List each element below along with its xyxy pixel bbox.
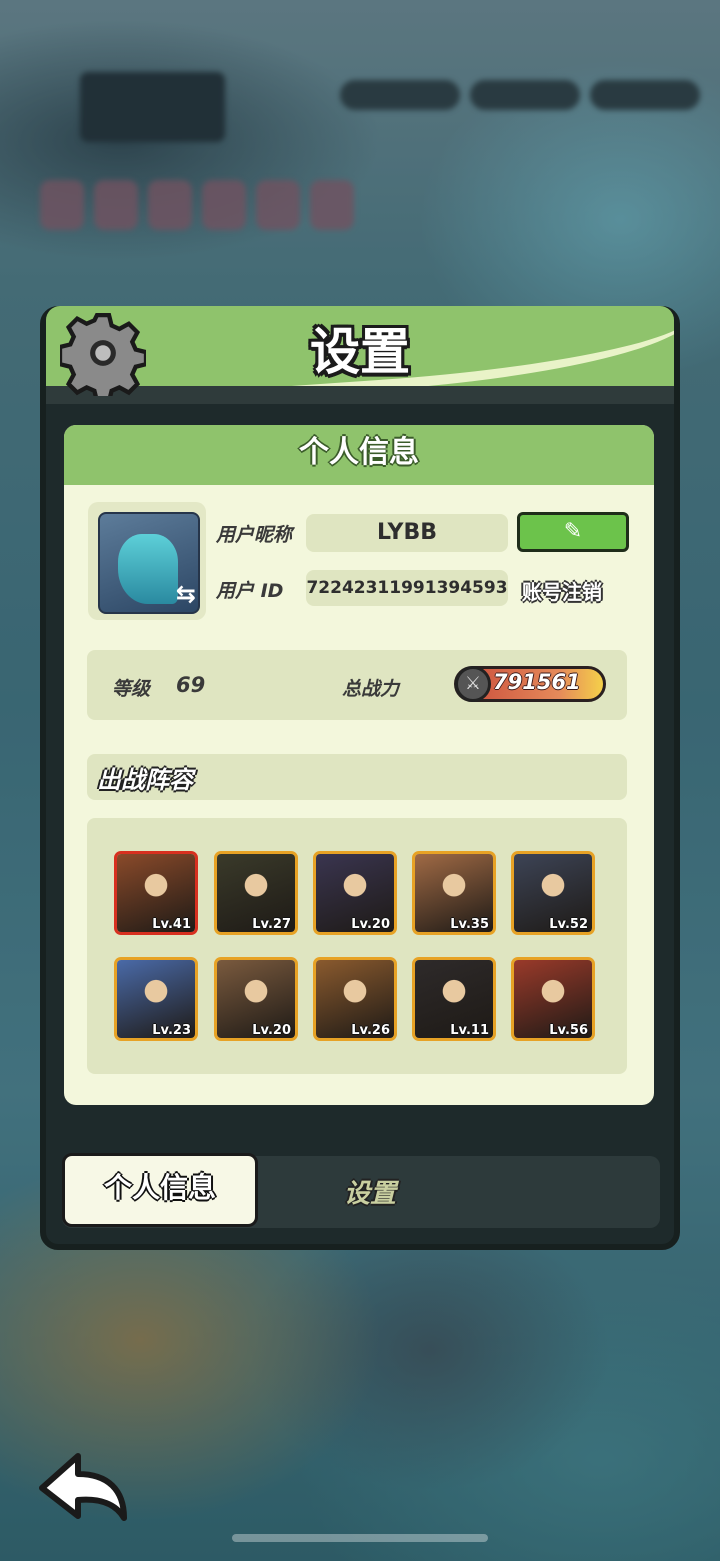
hero-card[interactable]: Lv.11	[412, 957, 496, 1041]
hero-level: Lv.27	[252, 917, 291, 932]
hero-card[interactable]: Lv.26	[313, 957, 397, 1041]
nickname-label: 用户昵称	[216, 524, 293, 546]
lineup-heading: 出战阵容	[97, 766, 193, 794]
hero-card[interactable]: Lv.27	[214, 851, 298, 935]
hero-level: Lv.11	[450, 1023, 489, 1038]
hero-level: Lv.20	[252, 1023, 291, 1038]
power-value: 791561	[493, 670, 581, 694]
level-value: 69	[176, 673, 206, 697]
cancel-account-button[interactable]: 账号注销	[522, 576, 602, 605]
hero-level: Lv.41	[152, 917, 191, 932]
hero-level: Lv.26	[351, 1023, 390, 1038]
user-id-field: 72242311991394593	[306, 570, 508, 606]
power-badge: ⚔ 791561	[454, 666, 606, 702]
hero-card[interactable]: Lv.41	[114, 851, 198, 935]
lineup-heading-bar: 出战阵容	[87, 754, 627, 800]
power-label: 总战力	[342, 678, 400, 700]
hero-card[interactable]: Lv.56	[511, 957, 595, 1041]
hero-card[interactable]: Lv.35	[412, 851, 496, 935]
swap-icon[interactable]: ⇆	[176, 580, 196, 608]
sword-icon: ⚔	[455, 666, 491, 702]
hero-level: Lv.20	[351, 917, 390, 932]
user-id-label: 用户 ID	[216, 580, 284, 602]
tab-personal-info[interactable]: 个人信息	[62, 1153, 258, 1227]
hero-card[interactable]: Lv.20	[313, 851, 397, 935]
hero-level: Lv.56	[549, 1023, 588, 1038]
hero-level: Lv.23	[152, 1023, 191, 1038]
tab-settings[interactable]: 设置	[300, 1166, 440, 1222]
home-indicator[interactable]	[232, 1534, 488, 1542]
hero-card[interactable]: Lv.23	[114, 957, 198, 1041]
level-label: 等级	[112, 678, 151, 700]
hero-level: Lv.52	[549, 917, 588, 932]
hero-level: Lv.35	[450, 917, 489, 932]
edit-nickname-button[interactable]: ✎	[517, 512, 629, 552]
hero-card[interactable]: Lv.20	[214, 957, 298, 1041]
pencil-icon: ✎	[563, 519, 583, 544]
page-title: 设置	[310, 323, 410, 381]
back-arrow-icon[interactable]	[38, 1452, 130, 1522]
nickname-field: LYBB	[306, 514, 508, 552]
card-heading: 个人信息	[64, 425, 654, 485]
hero-card[interactable]: Lv.52	[511, 851, 595, 935]
avatar[interactable]: ⇆	[98, 512, 200, 614]
